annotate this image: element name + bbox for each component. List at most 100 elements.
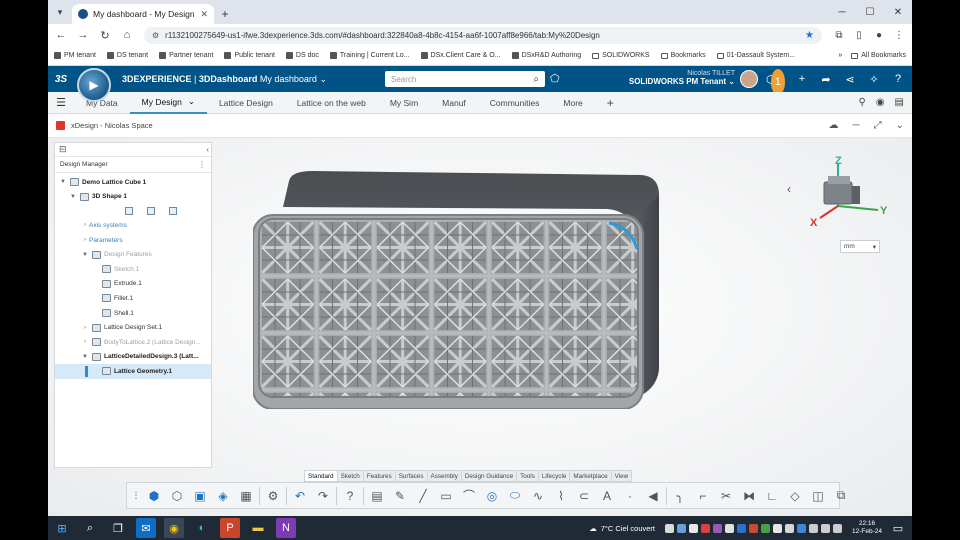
- text-sketch-icon[interactable]: A: [597, 486, 617, 506]
- bookmark-solidworks[interactable]: SOLIDWORKS: [592, 52, 650, 59]
- unit-selector[interactable]: mm ▾: [840, 240, 880, 253]
- close-tab-icon[interactable]: ✕: [200, 9, 208, 20]
- expand-chevron-icon[interactable]: ›: [81, 237, 89, 243]
- convert-entities-icon[interactable]: ⧉: [831, 486, 851, 506]
- more-options-icon[interactable]: ⋮: [198, 160, 206, 169]
- add-icon[interactable]: +: [790, 66, 814, 92]
- view-cube[interactable]: Z Y X: [778, 154, 898, 234]
- maximize-window-icon[interactable]: ☐: [856, 0, 884, 24]
- site-info-icon[interactable]: ⚙: [152, 31, 159, 40]
- slot-icon[interactable]: ⊂: [574, 486, 594, 506]
- tray-app-icon[interactable]: [797, 523, 806, 533]
- fillet-corner-icon[interactable]: ╮: [670, 486, 690, 506]
- collapse-triangle-icon[interactable]: ▼: [59, 179, 67, 185]
- tab-my-design[interactable]: My Design ⌄: [129, 92, 207, 114]
- tray-app-icon[interactable]: [773, 523, 782, 533]
- tab-lifecycle[interactable]: Lifecycle: [539, 471, 571, 481]
- onenote-icon[interactable]: N: [276, 518, 296, 538]
- conic-icon[interactable]: ⌇: [551, 486, 571, 506]
- point-icon[interactable]: ·: [620, 486, 640, 506]
- compass-tools-icon[interactable]: ✧: [862, 66, 886, 92]
- corner-icon[interactable]: ∟: [762, 486, 782, 506]
- part-icon[interactable]: [125, 207, 133, 216]
- tree-node-sketch[interactable]: Sketch.1: [55, 262, 211, 277]
- share-icon[interactable]: ➦: [814, 66, 838, 92]
- search-people-icon[interactable]: ⚲: [858, 97, 865, 108]
- tree-node-parameters[interactable]: › Parameters: [55, 233, 211, 248]
- search-input[interactable]: Search ⌕: [385, 71, 545, 87]
- bookmark-star-icon[interactable]: ★: [805, 30, 814, 41]
- new-tab-button[interactable]: +: [214, 4, 236, 24]
- minimize-window-icon[interactable]: ─: [828, 0, 856, 24]
- chevron-down-icon[interactable]: ⌄: [896, 120, 904, 131]
- tree-node-body-to-lattice[interactable]: › BodyToLattice.2 (Lattice Design...: [55, 335, 211, 350]
- search-icon[interactable]: ⌕: [80, 518, 100, 538]
- chrome-icon[interactable]: ◉: [164, 518, 184, 538]
- comment-icon[interactable]: ▤: [895, 97, 904, 108]
- all-bookmarks[interactable]: » All Bookmarks: [838, 52, 906, 59]
- save-icon[interactable]: ▣: [190, 486, 210, 506]
- tab-assembly[interactable]: Assembly: [428, 471, 462, 481]
- tab-tools[interactable]: Tools: [517, 471, 539, 481]
- undo-icon[interactable]: ↶: [290, 486, 310, 506]
- mirror-icon[interactable]: ⧓: [739, 486, 759, 506]
- tree-node-axis-systems[interactable]: › Axis systems: [55, 218, 211, 233]
- wifi-icon[interactable]: [809, 523, 818, 533]
- tree-node-demo-lattice-cube[interactable]: ▼ Demo Lattice Cube 1: [55, 175, 211, 190]
- new-part-icon[interactable]: ⬢: [144, 486, 164, 506]
- tab-marketplace[interactable]: Marketplace: [570, 471, 612, 481]
- body-icon[interactable]: [169, 207, 177, 216]
- tab-features[interactable]: Features: [364, 471, 396, 481]
- chevron-down-icon[interactable]: ⌄: [188, 96, 195, 107]
- bookmark-pm-tenant[interactable]: PM tenant: [54, 52, 96, 59]
- arc-icon[interactable]: ⌒: [459, 486, 479, 506]
- tab-more[interactable]: More: [551, 92, 594, 114]
- tree-node-design-features[interactable]: ▼ Design Features: [55, 247, 211, 262]
- chamfer-icon[interactable]: ⌐: [693, 486, 713, 506]
- rectangle-icon[interactable]: ▭: [436, 486, 456, 506]
- hamburger-menu-icon[interactable]: ☰: [48, 96, 74, 109]
- cloud-icon[interactable]: ☁: [829, 120, 839, 131]
- collapse-action-bar-icon[interactable]: ⋮: [131, 486, 141, 506]
- help-icon[interactable]: ?: [886, 66, 910, 92]
- close-window-icon[interactable]: ✕: [884, 0, 912, 24]
- tray-app-icon[interactable]: [713, 523, 722, 533]
- tree-node-lattice-detailed-design[interactable]: ▼ LatticeDetailedDesign.3 (Latt...: [55, 350, 211, 365]
- tab-lattice-on-the-web[interactable]: Lattice on the web: [285, 92, 378, 114]
- plane-icon[interactable]: [147, 207, 155, 216]
- tab-surfaces[interactable]: Surfaces: [396, 471, 428, 481]
- constraint-icon[interactable]: ◇: [785, 486, 805, 506]
- tree-node-lattice-geometry[interactable]: Lattice Geometry.1: [55, 364, 211, 379]
- outlook-icon[interactable]: ✉: [136, 518, 156, 538]
- back-arrow-icon[interactable]: ←: [52, 26, 70, 44]
- lattice-cube-render[interactable]: [252, 171, 661, 410]
- tray-app-icon[interactable]: [689, 523, 698, 533]
- open-part-icon[interactable]: ⬡: [167, 486, 187, 506]
- circle-icon[interactable]: ◎: [482, 486, 502, 506]
- expand-chevron-icon[interactable]: ›: [81, 339, 89, 345]
- offset-icon[interactable]: ◀: [643, 486, 663, 506]
- tag-icon[interactable]: ⬠: [550, 72, 560, 85]
- minimize-app-icon[interactable]: ─: [853, 120, 860, 131]
- collapse-triangle-icon[interactable]: ▼: [69, 194, 77, 200]
- network-icon[interactable]: ⋖: [838, 66, 862, 92]
- bookmark-ds-tenant[interactable]: DS tenant: [106, 52, 148, 59]
- help-icon[interactable]: ?: [340, 486, 360, 506]
- orientation-compass[interactable]: Z Y X: [778, 154, 898, 234]
- collapse-triangle-icon[interactable]: ▼: [81, 354, 89, 360]
- tray-app-icon[interactable]: [749, 523, 758, 533]
- tab-sketch[interactable]: Sketch: [338, 471, 364, 481]
- reload-icon[interactable]: ↻: [96, 26, 114, 44]
- 3d-compass-icon[interactable]: ▶: [77, 68, 111, 102]
- bookmark-training[interactable]: Training | Current Lo...: [329, 52, 410, 59]
- address-bar[interactable]: ⚙ r1132100275649-us1-ifwe.3dexperience.3…: [144, 26, 822, 44]
- clock[interactable]: 22:16 12-Feb-24: [852, 520, 882, 536]
- tray-app-icon[interactable]: [737, 523, 746, 533]
- powerpoint-icon[interactable]: P: [220, 518, 240, 538]
- tree-icon[interactable]: ⊟: [59, 144, 67, 155]
- tree-node-extrude[interactable]: Extrude.1: [55, 277, 211, 292]
- bookmark-ds-doc[interactable]: DS doc: [285, 52, 319, 59]
- tray-chevron-icon[interactable]: [665, 523, 674, 533]
- notification-center-icon[interactable]: ▭: [888, 518, 908, 538]
- sidepanel-icon[interactable]: ▯: [850, 26, 868, 44]
